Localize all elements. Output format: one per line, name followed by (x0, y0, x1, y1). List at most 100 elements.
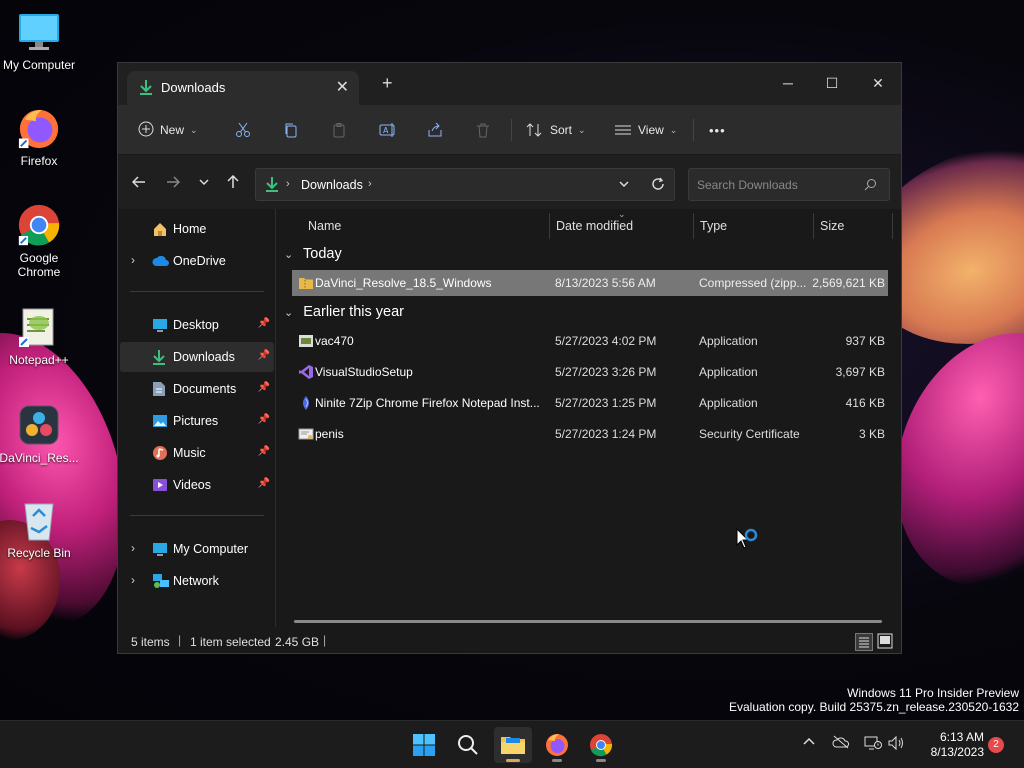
nav-item-music[interactable]: Music 📌 (120, 438, 274, 468)
show-hidden-icons-chevron-icon[interactable] (802, 735, 816, 752)
new-tab-button[interactable]: + (382, 73, 393, 94)
taskbar-file-explorer[interactable] (494, 727, 532, 763)
taskbar-chrome[interactable] (582, 727, 620, 763)
volume-icon[interactable] (887, 735, 905, 754)
group-header-today[interactable]: ⌄ Today (284, 246, 342, 262)
new-button[interactable]: New ⌄ (138, 117, 198, 143)
group-header-earlier[interactable]: ⌄ Earlier this year (284, 304, 404, 320)
tab-downloads[interactable]: Downloads ✕ (127, 71, 359, 105)
copy-icon (285, 123, 297, 138)
status-divider: | (178, 633, 182, 647)
up-arrow-icon[interactable] (226, 174, 240, 192)
search-button[interactable] (449, 727, 487, 763)
command-bar: New ⌄ A Sort ⌄ View ⌄ ••• (118, 105, 901, 155)
sort-button[interactable]: Sort ⌄ (526, 117, 586, 143)
recent-locations-chevron-icon[interactable] (198, 175, 210, 192)
nav-divider (130, 515, 264, 516)
file-name: Ninite 7Zip Chrome Firefox Notepad Inst.… (315, 396, 540, 410)
nav-item-documents[interactable]: Documents 📌 (120, 374, 274, 404)
running-indicator (506, 759, 520, 762)
desktop-icon-my-computer[interactable]: My Computer (0, 10, 79, 72)
paste-button[interactable] (331, 117, 347, 143)
chevron-down-icon: ⌄ (190, 124, 198, 135)
notification-badge[interactable]: 2 (988, 737, 1004, 753)
desktop-icon-recycle-bin[interactable]: Recycle Bin (0, 498, 79, 560)
close-tab-icon[interactable]: ✕ (336, 77, 349, 97)
nav-item-videos[interactable]: Videos 📌 (120, 470, 274, 500)
busy-cursor-icon (736, 527, 762, 553)
status-size: 2.45 GB (275, 635, 320, 649)
expand-chevron-icon[interactable]: › (131, 573, 135, 587)
system-clock[interactable]: 6:13 AM 8/13/2023 (914, 730, 984, 760)
music-icon (152, 445, 168, 461)
share-button[interactable] (427, 117, 443, 143)
nav-item-my-computer[interactable]: › My Computer (120, 534, 274, 564)
share-icon (428, 122, 442, 137)
pin-icon[interactable]: 📌 (258, 382, 270, 393)
nav-item-home[interactable]: Home (120, 214, 274, 244)
pin-icon[interactable]: 📌 (258, 478, 270, 489)
sort-icon (526, 123, 542, 137)
file-list-rows: ⌄ Today DaVinci_Resolve_18.5_Windows 8/1… (278, 208, 901, 578)
desktop-icon-firefox[interactable]: Firefox (0, 106, 79, 168)
nav-item-downloads[interactable]: Downloads 📌 (120, 342, 274, 372)
expand-chevron-icon[interactable]: › (131, 253, 135, 267)
maximize-button[interactable]: ☐ (809, 69, 855, 97)
nav-item-onedrive[interactable]: › OneDrive (120, 246, 274, 276)
large-icons-view-icon[interactable] (877, 633, 893, 652)
file-row[interactable]: penis 5/27/2023 1:24 PM Security Certifi… (292, 421, 888, 447)
start-button[interactable] (405, 727, 443, 763)
pin-icon[interactable]: 📌 (258, 414, 270, 425)
app-icon (298, 333, 314, 349)
document-icon (152, 381, 168, 397)
more-options-button[interactable]: ••• (709, 117, 726, 143)
close-button[interactable]: ✕ (855, 69, 901, 97)
address-bar[interactable]: › Downloads › (255, 168, 675, 201)
file-name: DaVinci_Resolve_18.5_Windows (315, 276, 492, 290)
nav-item-desktop[interactable]: Desktop 📌 (120, 310, 274, 340)
network-status-icon[interactable] (864, 735, 882, 754)
desktop-icon-chrome[interactable]: Google Chrome (0, 203, 79, 279)
file-row[interactable]: vac470 5/27/2023 4:02 PM Application 937… (292, 328, 888, 354)
title-bar: Downloads ✕ + ─ ☐ ✕ (118, 63, 901, 105)
back-arrow-icon[interactable] (131, 175, 146, 192)
nav-item-label: Home (173, 222, 207, 236)
status-selected: 1 item selected (190, 635, 271, 649)
windows-logo-icon (413, 734, 435, 756)
delete-button[interactable] (475, 117, 491, 143)
nav-item-pictures[interactable]: Pictures 📌 (120, 406, 274, 436)
address-dropdown-icon[interactable] (618, 177, 630, 194)
notepadpp-icon (17, 305, 61, 349)
search-box[interactable]: Search Downloads (688, 168, 890, 201)
minimize-button[interactable]: ─ (765, 69, 811, 97)
desktop-icon-davinci[interactable]: DaVinci_Res... (0, 403, 79, 465)
view-button[interactable]: View ⌄ (614, 117, 677, 143)
taskbar-firefox[interactable] (538, 727, 576, 763)
onedrive-offline-icon[interactable] (832, 735, 850, 752)
nav-item-network[interactable]: › Network (120, 566, 274, 596)
ninite-icon (298, 395, 314, 411)
file-date: 5/27/2023 3:26 PM (555, 365, 657, 379)
search-input[interactable]: Search Downloads (697, 178, 798, 192)
evaluation-watermark: Windows 11 Pro Insider Preview Evaluatio… (729, 686, 1019, 714)
desktop-icon-label: My Computer (2, 58, 76, 72)
refresh-icon[interactable] (651, 177, 665, 194)
rename-button[interactable]: A (379, 117, 397, 143)
forward-arrow-icon[interactable] (166, 175, 181, 192)
file-row[interactable]: Ninite 7Zip Chrome Firefox Notepad Inst.… (292, 390, 888, 416)
expand-chevron-icon[interactable]: › (131, 541, 135, 555)
details-view-icon[interactable] (855, 633, 873, 654)
pin-icon[interactable]: 📌 (258, 350, 270, 361)
cut-button[interactable] (235, 117, 251, 143)
file-row[interactable]: DaVinci_Resolve_18.5_Windows 8/13/2023 5… (292, 270, 888, 296)
desktop-icon-notepadpp[interactable]: Notepad++ (0, 305, 79, 367)
folder-icon (501, 737, 525, 754)
file-row[interactable]: VisualStudioSetup 5/27/2023 3:26 PM Appl… (292, 359, 888, 385)
file-type: Application (699, 334, 758, 348)
pin-icon[interactable]: 📌 (258, 318, 270, 329)
davinci-icon (17, 403, 61, 447)
copy-button[interactable] (283, 117, 299, 143)
horizontal-scrollbar[interactable] (294, 620, 882, 623)
breadcrumb-downloads[interactable]: Downloads (301, 178, 363, 192)
pin-icon[interactable]: 📌 (258, 446, 270, 457)
